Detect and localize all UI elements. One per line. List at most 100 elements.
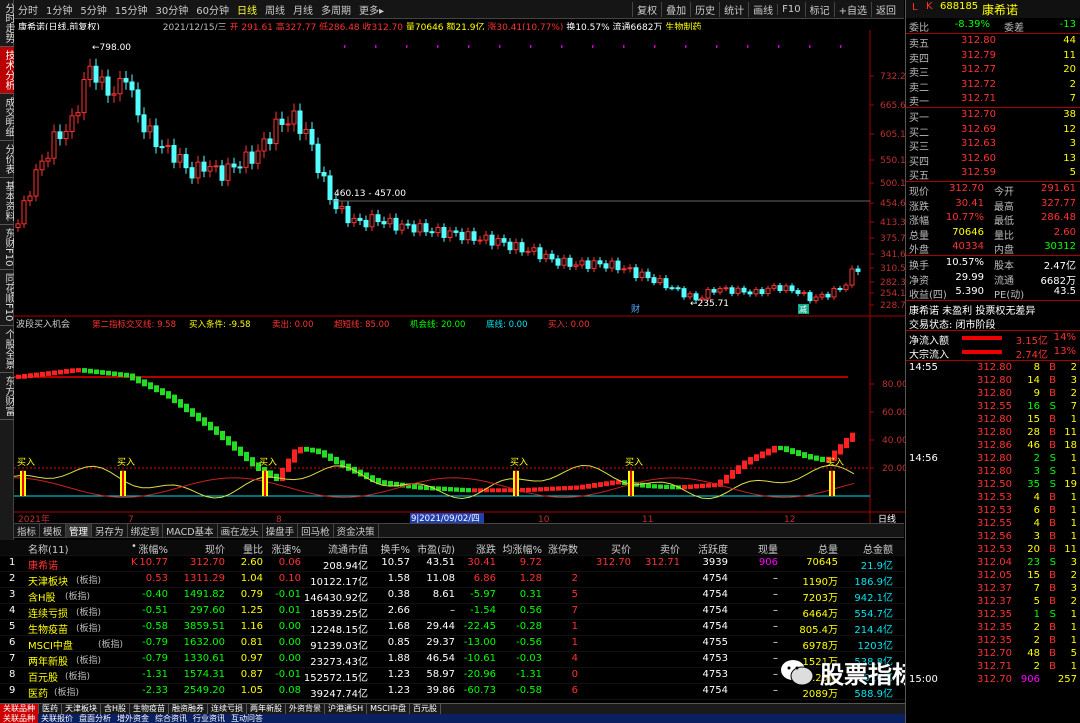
period-button[interactable]: 多周期 — [317, 2, 355, 17]
table-header-cell[interactable]: 涨跌 — [476, 541, 496, 556]
indicator-tab[interactable]: 指标 — [14, 523, 41, 538]
related-tab[interactable]: 融资融券 — [169, 704, 209, 714]
left-tab[interactable]: 分价表 — [0, 141, 14, 178]
period-button[interactable]: 30分钟 — [151, 2, 192, 17]
cell-vr: 1.05 — [240, 685, 263, 696]
period-button[interactable]: 60分钟 — [192, 2, 233, 17]
toolbar-action-button[interactable]: 标记 — [804, 2, 834, 17]
indicator-tab[interactable]: 模板 — [40, 523, 67, 538]
period-button[interactable]: 周线 — [261, 2, 289, 17]
bottom-link[interactable]: 互动问答 — [228, 714, 266, 723]
table-row[interactable]: 5 生物疫苗 (板指) -0.58 3859.51 1.16 0.00 12248.15亿 1.… — [0, 620, 905, 636]
indicator-tab[interactable]: 管理 — [66, 523, 93, 538]
related-tab[interactable]: 医药 — [39, 704, 62, 714]
table-header-cell[interactable]: 现量 — [758, 541, 778, 556]
related-tab[interactable]: 连续亏损 — [208, 704, 248, 714]
toolbar-action-button[interactable]: 画线 — [748, 2, 777, 17]
table-header-cell[interactable]: 均涨幅% — [502, 541, 542, 556]
table-row[interactable]: 3 含H股 (板指) -0.40 1491.82 0.79 -0.01 146430.92亿 0… — [0, 588, 905, 604]
bottom-link[interactable]: 综合资讯 — [152, 714, 190, 723]
period-button[interactable]: 15分钟 — [111, 2, 152, 17]
table-row[interactable]: 4 连续亏损 (板指) -0.51 297.60 1.25 0.01 18539.25亿 2.6… — [0, 604, 905, 620]
toolbar-action-button[interactable]: +自选 — [833, 2, 871, 17]
table-header-cell[interactable]: 量比 — [243, 541, 263, 556]
table-header-cell[interactable]: • — [131, 541, 137, 552]
related-tab[interactable]: 关联品种 — [0, 704, 39, 714]
table-row[interactable]: 8 百元股 (板指) -1.31 1574.31 0.87 -0.01 152572.15亿 1… — [0, 668, 905, 684]
related-tab[interactable]: 两年新股 — [247, 704, 287, 714]
toolbar-action-button[interactable]: 叠加 — [661, 2, 690, 17]
period-button[interactable]: 5分钟 — [76, 2, 110, 17]
indicator-tab[interactable]: 绑定到 — [128, 523, 164, 538]
indicator-tab[interactable]: 回马枪 — [298, 523, 334, 538]
related-tab[interactable]: 生物疫苗 — [130, 704, 170, 714]
candle-body — [357, 217, 363, 221]
table-row[interactable]: 6 MSCI中盘 (板指) -0.79 1632.00 0.81 0.00 91239.03亿… — [0, 636, 905, 652]
left-tab[interactable]: 成交明细 — [0, 94, 14, 141]
left-tab[interactable]: 东方财富 — [0, 373, 14, 420]
bottom-link[interactable]: 盘面分析 — [76, 714, 114, 723]
candle-body — [831, 287, 837, 298]
toolbar-action-button[interactable]: 复权 — [632, 2, 661, 17]
indicator-tab[interactable]: MACD基本 — [163, 523, 218, 538]
indicator-tab[interactable]: 资金决策 — [334, 523, 379, 538]
table-header-cell[interactable]: 市盈(动) — [417, 541, 455, 556]
table-row[interactable]: 2 天津板块 (板指) 0.53 1311.29 1.04 0.10 10122.17亿 1.5… — [0, 572, 905, 588]
candle-body — [549, 253, 555, 260]
bottom-link[interactable]: 增外资金 — [114, 714, 152, 723]
kline-chart-area[interactable]: 732.2 665.6 605.1 550.1 500.1 454.6 413.3 375.7… — [14, 30, 905, 523]
table-row[interactable]: 7 两年新股 (板指) -0.79 1330.61 0.97 0.00 23273.43亿 1.… — [0, 652, 905, 668]
related-tab[interactable]: MSCI中盘 — [367, 704, 411, 714]
toolbar-action-button[interactable]: F10 — [777, 4, 804, 15]
left-tab[interactable]: 个股全景 — [0, 326, 14, 373]
period-button[interactable]: 日线 — [233, 2, 261, 17]
signal-dot — [840, 45, 842, 48]
table-row[interactable]: 9 医药 (板指) -2.33 2549.20 1.05 0.08 39247.74亿 1.23… — [0, 684, 905, 700]
indicator-tab[interactable]: 画在龙头 — [218, 523, 263, 538]
left-tab[interactable]: 东财F10 — [0, 225, 14, 271]
table-header-cell[interactable]: 现价 — [205, 541, 225, 556]
candle-body — [603, 263, 609, 269]
indicator-tab[interactable]: 操盘手 — [263, 523, 299, 538]
table-header-cell[interactable]: 换手% — [380, 541, 410, 556]
related-tab[interactable]: 天津板块 — [62, 704, 101, 714]
table-header-cell[interactable]: 总金额 — [863, 541, 893, 556]
toolbar-action-button[interactable]: 统计 — [719, 2, 748, 17]
table-row[interactable]: 1 康希诺 K 10.77 312.70 2.60 0.06 208.94亿 10.57 43.5… — [0, 556, 905, 572]
table-header-cell[interactable]: 总量 — [818, 541, 838, 556]
indicator-bar — [94, 369, 99, 375]
cell-spd: 0.06 — [278, 557, 301, 568]
bottom-link[interactable]: 行业资讯 — [190, 714, 228, 723]
quote-row: 买二 312.69 12 — [906, 123, 1080, 139]
bottom-link[interactable]: 关联品种 — [0, 714, 38, 723]
related-tab[interactable]: 沪港通SH — [325, 704, 368, 714]
period-button[interactable]: 分时 — [14, 2, 42, 17]
tick-side: B — [1049, 622, 1056, 634]
left-tab[interactable]: 技术分析 — [0, 47, 14, 94]
table-header-cell[interactable]: 涨速% — [271, 541, 301, 556]
indicator-tab[interactable]: 另存为 — [92, 523, 128, 538]
table-header-cell[interactable]: 活跃度 — [698, 541, 728, 556]
toolbar-action-button[interactable]: 返回 — [871, 2, 900, 17]
candle-body — [327, 175, 333, 200]
table-header-cell[interactable]: 涨停数 — [548, 541, 578, 556]
left-tab[interactable]: 基本资料 — [0, 178, 14, 225]
left-tab[interactable]: 同花顺F10 — [0, 270, 14, 326]
table-header-cell[interactable]: 名称(11) — [28, 541, 69, 556]
period-button[interactable]: 1分钟 — [42, 2, 76, 17]
related-tab[interactable]: 百元股 — [410, 704, 442, 714]
period-button[interactable]: 月线 — [289, 2, 317, 17]
indicator-bar — [232, 441, 237, 451]
left-tab[interactable]: 分时走势 — [0, 0, 14, 47]
table-header-cell[interactable]: 流通市值 — [328, 541, 368, 556]
bottom-link[interactable]: 关联报价 — [38, 714, 76, 723]
related-tab[interactable]: 含H股 — [101, 704, 131, 714]
related-tab[interactable]: 外资背景 — [286, 704, 326, 714]
cell-turn: 2.66 — [387, 605, 410, 616]
table-header-cell[interactable]: 涨幅% — [138, 541, 168, 556]
toolbar-action-button[interactable]: 历史 — [690, 2, 719, 17]
table-header-cell[interactable]: 买价 — [611, 541, 631, 556]
table-header-cell[interactable]: 卖价 — [660, 541, 680, 556]
cursor-date: 9|2021/09/02/四 — [411, 514, 480, 523]
period-button[interactable]: 更多▸ — [355, 2, 388, 17]
